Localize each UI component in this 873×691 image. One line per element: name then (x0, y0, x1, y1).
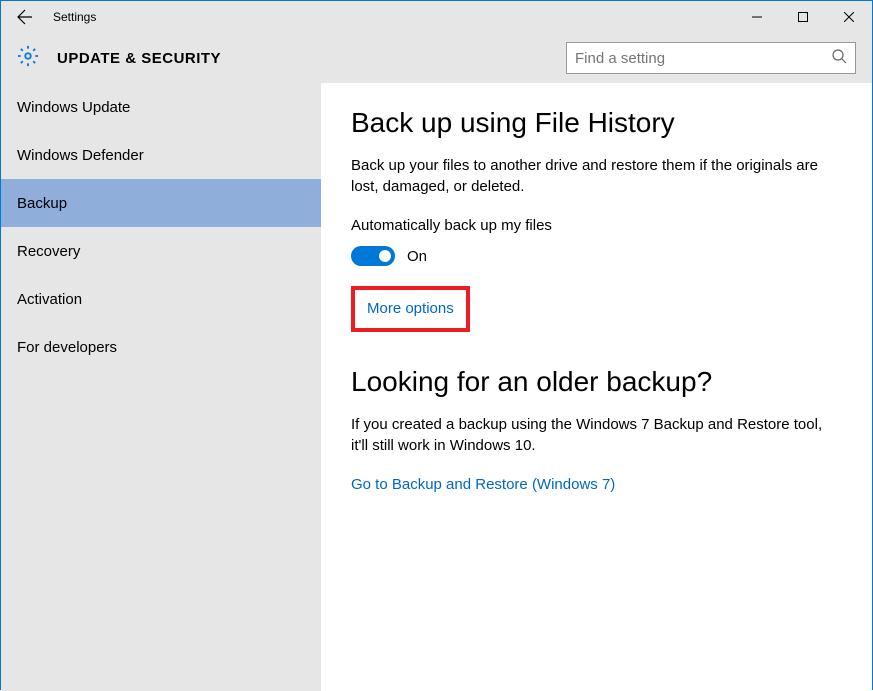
backup-toggle[interactable] (351, 246, 395, 266)
section-desc-older: If you created a backup using the Window… (351, 414, 841, 456)
back-arrow-icon (17, 9, 33, 25)
toggle-description: Automatically back up my files (351, 217, 842, 234)
gear-icon (17, 45, 39, 72)
search-box[interactable] (566, 42, 856, 74)
search-input[interactable] (575, 50, 831, 67)
minimize-button[interactable] (734, 1, 780, 33)
backup-restore-link[interactable]: Go to Backup and Restore (Windows 7) (351, 476, 615, 493)
sidebar: Windows Update Windows Defender Backup R… (1, 83, 321, 691)
toggle-state-label: On (407, 248, 427, 265)
content: Windows Update Windows Defender Backup R… (1, 83, 872, 691)
titlebar-left: Settings (13, 5, 96, 29)
header: UPDATE & SECURITY (1, 33, 872, 83)
section-title-older: Looking for an older backup? (351, 366, 842, 398)
sidebar-item-backup[interactable]: Backup (1, 179, 321, 227)
toggle-knob (379, 250, 391, 262)
main-panel: Back up using File History Back up your … (321, 83, 872, 691)
sidebar-item-for-developers[interactable]: For developers (1, 323, 321, 371)
section-desc-backup: Back up your files to another drive and … (351, 155, 841, 197)
section-older-backup: Looking for an older backup? If you crea… (351, 366, 842, 494)
sidebar-item-windows-defender[interactable]: Windows Defender (1, 131, 321, 179)
minimize-icon (752, 12, 762, 22)
close-button[interactable] (826, 1, 872, 33)
window-title: Settings (53, 10, 96, 24)
titlebar: Settings (1, 1, 872, 33)
search-icon (831, 48, 847, 69)
header-left: UPDATE & SECURITY (17, 45, 221, 72)
sidebar-item-activation[interactable]: Activation (1, 275, 321, 323)
maximize-icon (798, 12, 808, 22)
back-button[interactable] (13, 5, 37, 29)
sidebar-item-windows-update[interactable]: Windows Update (1, 83, 321, 131)
close-icon (844, 12, 854, 22)
header-title: UPDATE & SECURITY (57, 50, 221, 67)
toggle-row: On (351, 246, 842, 266)
sidebar-item-recovery[interactable]: Recovery (1, 227, 321, 275)
more-options-link[interactable]: More options (367, 300, 454, 317)
section-title-backup: Back up using File History (351, 107, 842, 139)
annotation-highlight: More options (351, 286, 470, 332)
maximize-button[interactable] (780, 1, 826, 33)
window-controls (734, 1, 872, 33)
